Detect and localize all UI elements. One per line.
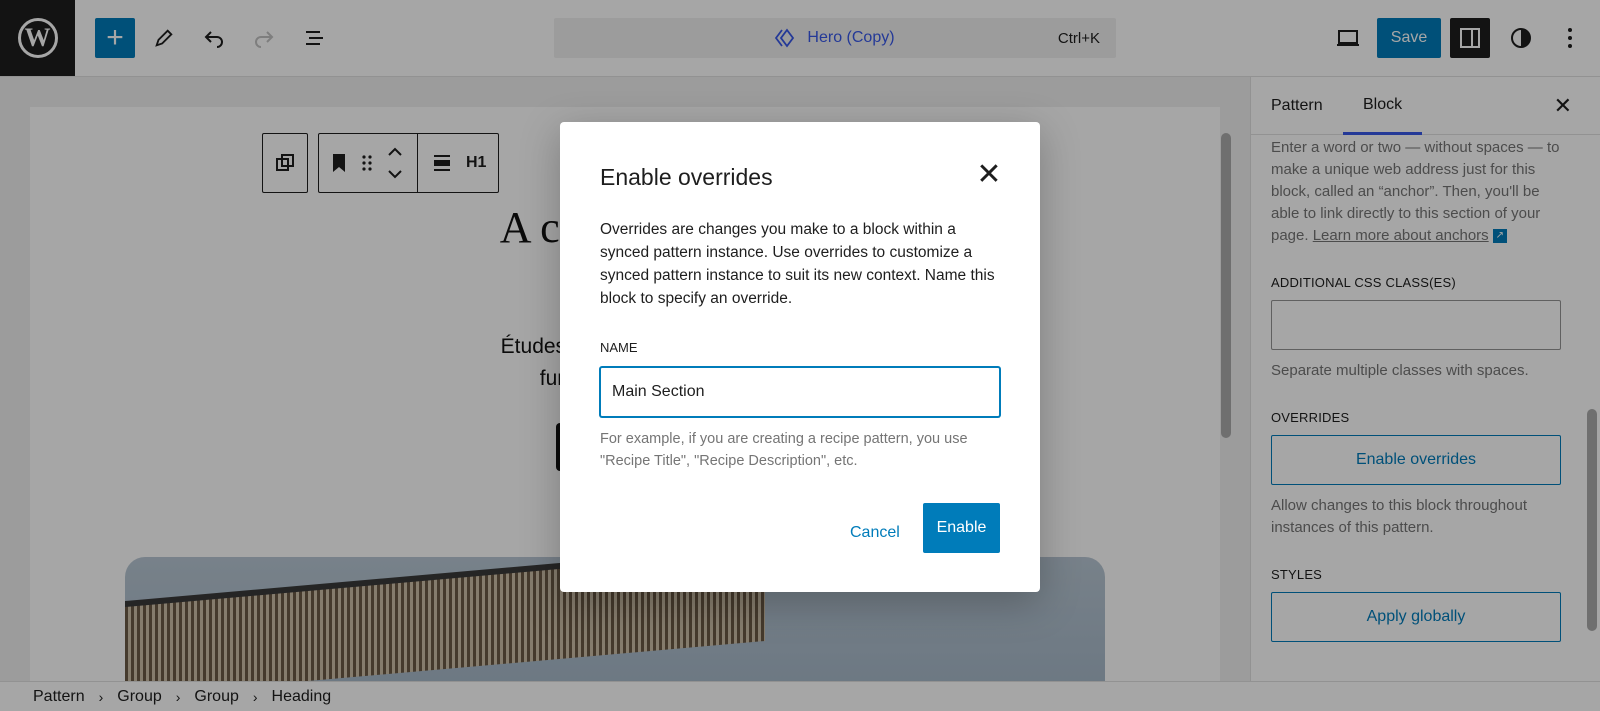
enable-button[interactable]: Enable — [923, 503, 1000, 553]
name-help-text: For example, if you are creating a recip… — [600, 431, 968, 469]
modal-title: Enable overrides — [600, 164, 773, 190]
modal-description: Overrides are changes you make to a bloc… — [600, 221, 995, 307]
cancel-button[interactable]: Cancel — [842, 508, 908, 558]
enable-overrides-modal: Enable overrides ✕ Overrides are changes… — [560, 122, 1040, 592]
name-input[interactable] — [600, 367, 1000, 417]
name-label: NAME — [600, 340, 638, 355]
close-icon[interactable]: ✕ — [974, 160, 1004, 190]
